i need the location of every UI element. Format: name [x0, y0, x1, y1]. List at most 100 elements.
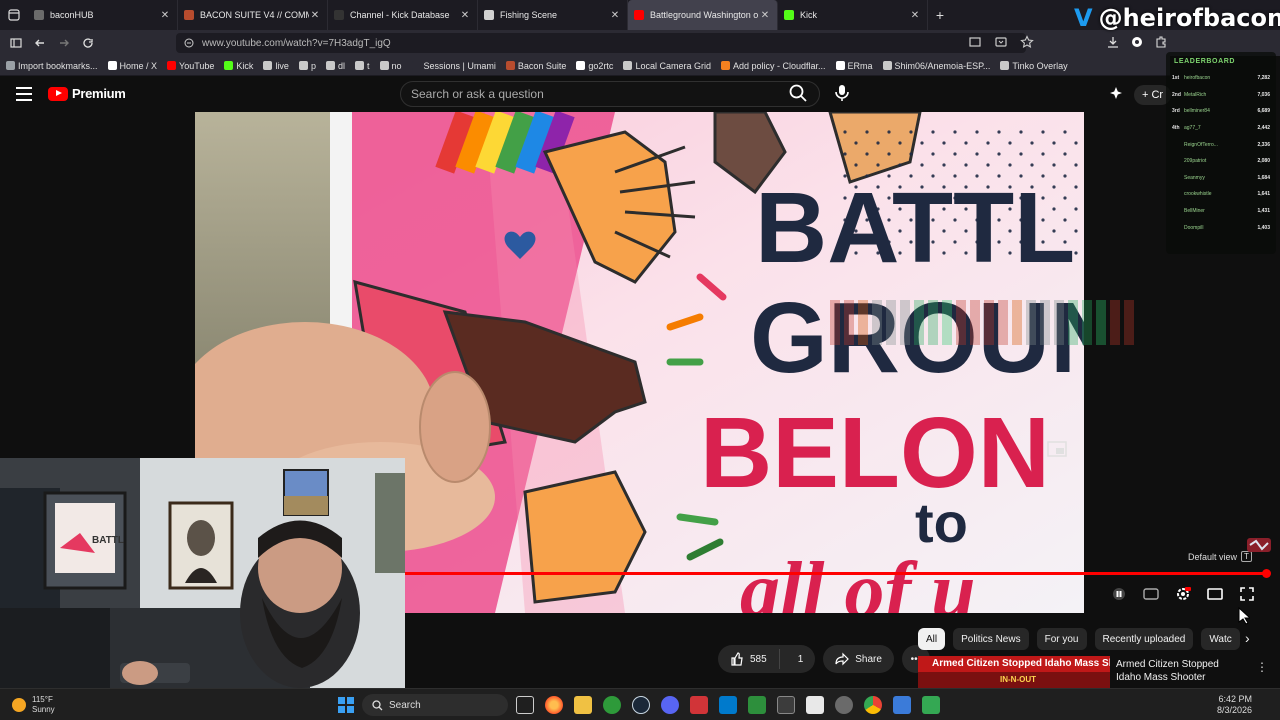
terminal-play-icon[interactable] [748, 696, 766, 714]
filter-chip[interactable]: Watc [1201, 628, 1240, 650]
menu-icon[interactable] [16, 87, 32, 101]
browser-tab[interactable]: Battleground Washington o ✕ [628, 0, 778, 30]
bookmark-label: p [310, 60, 316, 71]
downloads-icon[interactable] [1106, 35, 1120, 54]
forward-icon[interactable] [52, 30, 76, 56]
extensions-puzzle-icon[interactable] [1154, 35, 1168, 54]
filter-chip[interactable]: Politics News [953, 628, 1029, 650]
reload-icon[interactable] [76, 30, 100, 56]
like-button[interactable]: 585 [718, 649, 780, 669]
search-icon[interactable] [788, 83, 812, 105]
task-view-icon[interactable] [516, 696, 534, 714]
sparkle-icon[interactable] [1108, 86, 1124, 105]
bookmark-item[interactable]: Bacon Suite [505, 61, 566, 71]
recommendation-chips: All Politics News For you Recently uploaded… [918, 628, 1240, 650]
tab-overview-icon[interactable] [0, 0, 28, 30]
bookmark-item[interactable]: Home / X [107, 61, 157, 71]
sidebar-toggle-icon[interactable] [4, 30, 28, 56]
recommendation-thumbnail[interactable]: Armed Citizen Stopped Idaho Mass Shooter… [918, 656, 1110, 690]
tab-close-icon[interactable]: ✕ [609, 10, 621, 21]
browser-tab[interactable]: BACON SUITE V4 // COMMAND✕ [178, 0, 328, 30]
vscode-icon[interactable] [719, 696, 737, 714]
tab-close-icon[interactable]: ✕ [159, 10, 171, 21]
bookmark-item[interactable]: Kick [224, 61, 253, 71]
recommendation-more-icon[interactable]: ⋮ [1256, 660, 1268, 674]
taskbar-search-label: Search [389, 699, 421, 711]
weather-widget[interactable]: 115°F Sunny [12, 695, 55, 715]
bookmark-star-icon[interactable] [1020, 35, 1034, 49]
app-red-icon[interactable] [690, 696, 708, 714]
app-blue-icon[interactable] [893, 696, 911, 714]
bookmark-item[interactable]: Local Camera Grid [623, 61, 711, 71]
leaderboard-row: 4th ag77_7 2,442 [1172, 120, 1270, 137]
youtube-premium-logo[interactable]: Premium [48, 86, 126, 101]
save-to-pocket-icon[interactable] [994, 35, 1008, 49]
pause-icon[interactable] [1110, 585, 1128, 603]
taskbar-search[interactable]: Search [362, 694, 508, 716]
filter-chip[interactable]: Recently uploaded [1094, 628, 1194, 650]
notes-app-icon[interactable] [922, 696, 940, 714]
dislike-button[interactable]: 1 [786, 654, 816, 665]
system-clock[interactable]: 6:42 PM 8/3/2026 [1212, 694, 1252, 716]
bookmark-item[interactable]: Import bookmarks... [6, 61, 98, 71]
share-button[interactable]: Share [823, 645, 894, 673]
browser-tab[interactable]: Channel - Kick Database ✕ [328, 0, 478, 30]
window-app-icon[interactable] [806, 696, 824, 714]
tab-title: Channel - Kick Database [350, 10, 450, 20]
video-progress-scrubber[interactable] [1261, 569, 1271, 578]
extension-icon[interactable] [1130, 35, 1144, 54]
fullscreen-icon[interactable] [1238, 585, 1256, 603]
bookmark-item[interactable]: t [354, 61, 370, 71]
pattern-dot [898, 141, 902, 145]
filter-chip[interactable]: For you [1036, 628, 1087, 650]
settings-gear-icon[interactable] [1174, 585, 1192, 603]
file-explorer-icon[interactable] [574, 696, 592, 714]
windows-start-icon[interactable] [338, 697, 354, 713]
tab-close-icon[interactable]: ✕ [309, 10, 321, 21]
steam-icon[interactable] [632, 696, 650, 714]
bookmark-item[interactable]: Sessions | Umami [411, 61, 496, 71]
video-progress-bar[interactable] [405, 572, 1266, 575]
bookmark-item[interactable]: no [379, 61, 402, 71]
address-bar[interactable]: www.youtube.com/watch?v=7H3adgT_igQ [176, 33, 1026, 53]
tab-close-icon[interactable]: ✕ [459, 10, 471, 21]
browser-tab[interactable]: Fishing Scene ✕ [478, 0, 628, 30]
microphone-icon[interactable] [834, 83, 854, 105]
theater-mode-icon[interactable] [1206, 585, 1224, 603]
pattern-dot [953, 130, 957, 134]
bookmark-item[interactable]: live [263, 61, 289, 71]
recommendation-title[interactable]: Armed Citizen Stopped Idaho Mass Shooter [1116, 658, 1246, 684]
terminal-icon[interactable] [777, 696, 795, 714]
captions-icon[interactable] [1142, 585, 1160, 603]
site-info-icon[interactable] [184, 38, 194, 48]
bookmark-item[interactable]: p [298, 60, 316, 71]
search-input[interactable]: Search or ask a question [400, 81, 820, 107]
bookmark-favicon-icon [576, 61, 586, 70]
bookmark-favicon-icon [882, 61, 892, 70]
back-icon[interactable] [28, 30, 52, 56]
meter-bar [830, 300, 840, 345]
filter-chip[interactable]: All [918, 628, 946, 650]
bookmark-item[interactable]: dl [325, 61, 345, 71]
pattern-dot [865, 130, 869, 134]
browser-tab[interactable]: Kick ✕ [778, 0, 928, 30]
bookmark-item[interactable]: YouTube [167, 61, 214, 71]
pattern-dot [931, 152, 935, 156]
screenshot-icon[interactable] [968, 35, 982, 49]
taskbar-apps [516, 696, 940, 714]
bookmark-item[interactable]: ERma [835, 61, 873, 71]
discord-icon[interactable] [661, 696, 679, 714]
tab-close-icon[interactable]: ✕ [759, 10, 771, 21]
browser-tab[interactable]: baconHUB ✕ [28, 0, 178, 30]
bookmark-item[interactable]: Tinko Overlay [1000, 61, 1068, 71]
firefox-icon[interactable] [545, 696, 563, 714]
xbox-icon[interactable] [603, 696, 621, 714]
tab-close-icon[interactable]: ✕ [909, 10, 921, 21]
new-tab-button[interactable]: + [928, 7, 952, 23]
bookmark-item[interactable]: Add policy - Cloudflar... [720, 61, 826, 71]
chrome-icon[interactable] [864, 696, 882, 714]
bookmark-item[interactable]: Shim06/Anemoia-ESP... [882, 61, 990, 71]
bookmark-item[interactable]: go2rtc [576, 61, 613, 71]
settings-app-icon[interactable] [835, 696, 853, 714]
chevron-right-icon[interactable]: › [1245, 630, 1250, 646]
